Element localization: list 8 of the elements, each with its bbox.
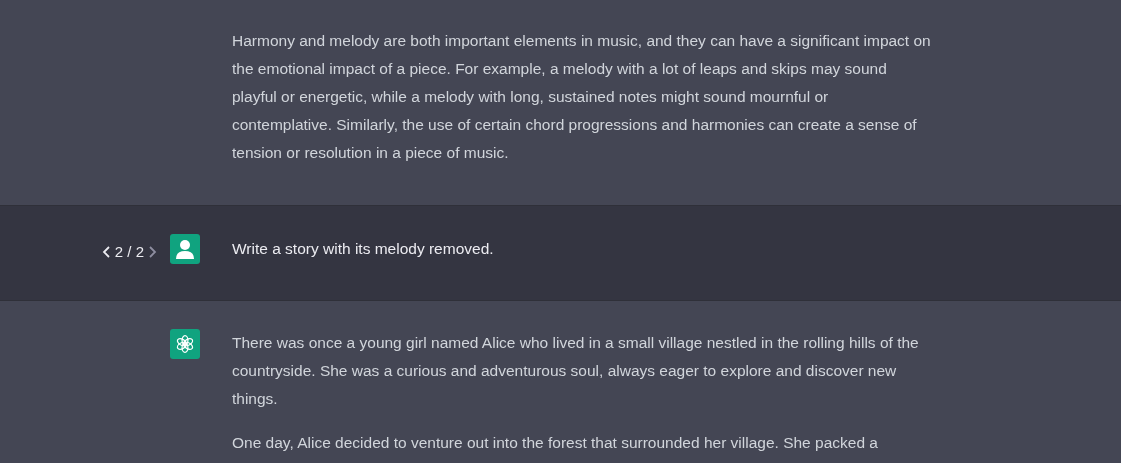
assistant-message: Harmony and melody are both important elements in music, and they can have a significant impact on the emotional impact of a piece. For example, a melody with a lot of leaps and skips may sound playful or energetic, while a melody with long, sustained notes might sound mournful or contemplative. Similarly, the use of certain chord progressions and harmonies can create a sense of tension or resolution in a piece of music. (232, 31, 932, 163)
assistant-message: There was once a young girl named Alice who lived in a small village nestled in the rolling hills of the countryside. She was a curious and adventurous soul, always eager to explore and discover new things. (232, 333, 920, 409)
assistant-logo-icon (170, 329, 200, 359)
user-message: Write a story with its melody removed. (232, 239, 495, 259)
user-avatar-icon (170, 234, 200, 264)
assistant-message: One day, Alice decided to venture out into the forest that surrounded her village. She packed a (232, 433, 879, 453)
page-counter: 2 / 2 (114, 241, 144, 262)
previous-button[interactable] (101, 245, 111, 259)
